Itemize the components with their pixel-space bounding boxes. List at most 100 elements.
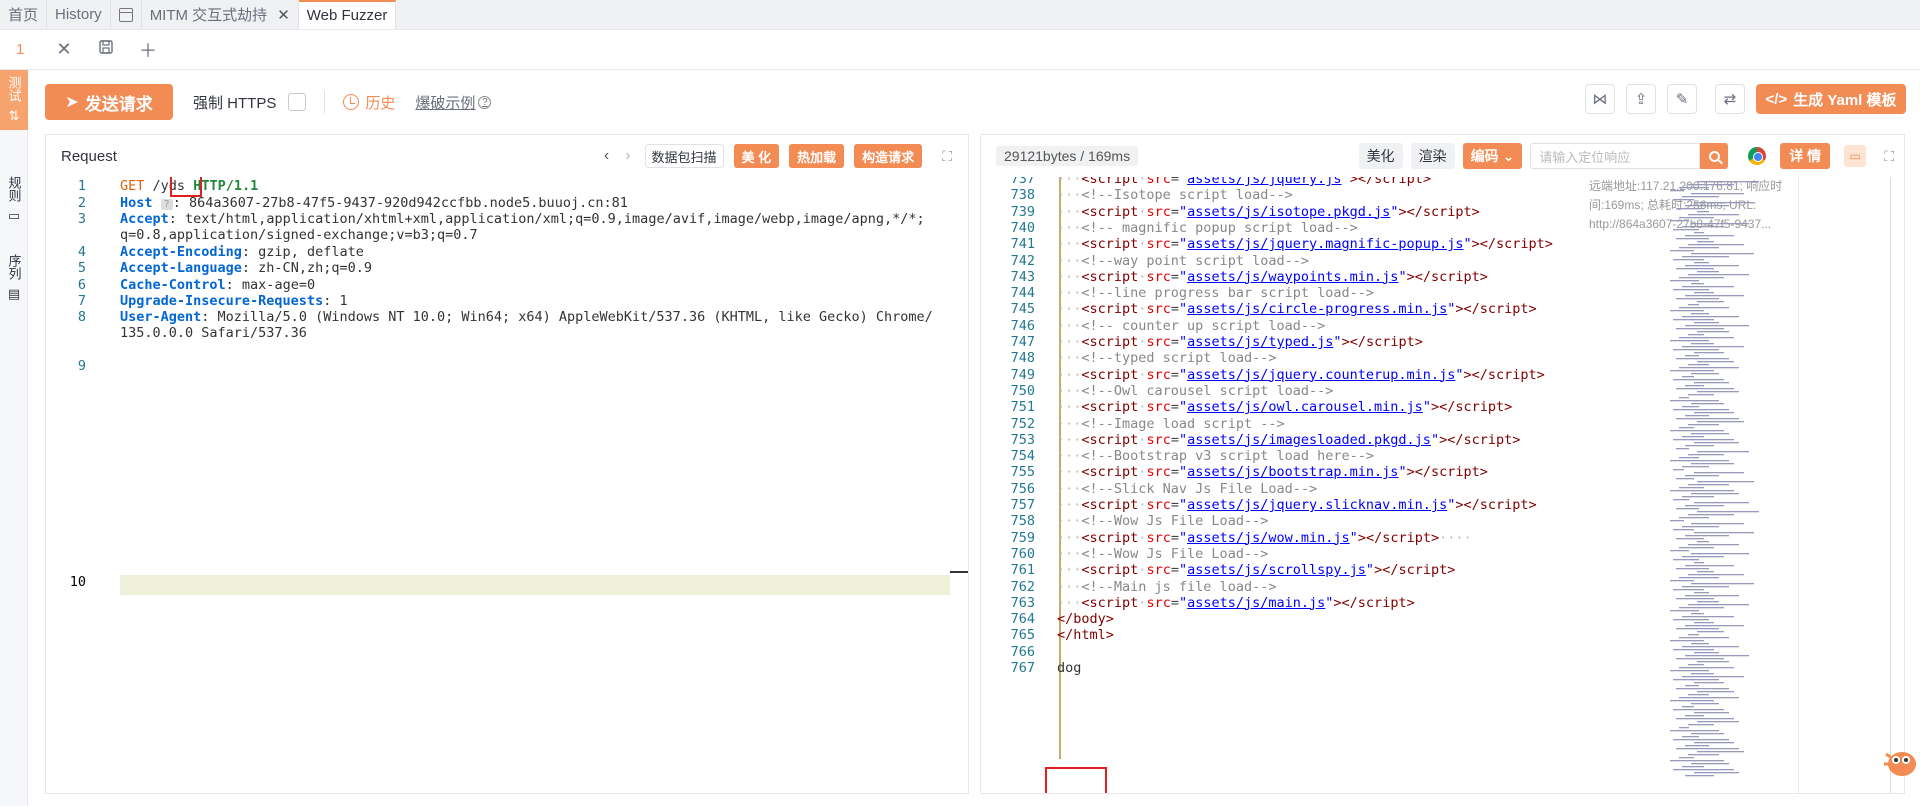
request-editor[interactable]: 1 GET /yds HTTP/1.1 2 Host ?: 864a3607-2… [46,177,968,793]
comment-icon[interactable]: ▭ [1844,145,1867,167]
response-line-code: ···<script·src="assets/js/jquery.magnifi… [1057,236,1553,253]
minimap-line [1697,751,1744,753]
hotload-button[interactable]: 热加载 [789,144,845,168]
line-number: 749 [1010,366,1035,383]
detail-button[interactable]: 详 情 [1780,143,1831,169]
chrome-icon[interactable] [1748,147,1767,165]
html-comment: <!--Wow Js File Load--> [1081,513,1269,530]
script-src-link[interactable]: assets/js/jquery.js [1187,177,1341,187]
save-icon[interactable] [96,39,116,60]
response-line-code: ···<script·src="assets/js/imagesloaded.p… [1057,431,1521,448]
side-nav-test-label: 测试 [6,76,22,102]
scroll-marker [950,571,968,573]
header-hint[interactable]: ? [160,199,173,210]
script-src-link[interactable]: assets/js/circle-progress.min.js [1187,301,1447,317]
fullscreen-icon[interactable]: ⛶ [942,148,952,165]
swap-icon[interactable]: ⇄ [1715,84,1745,114]
line-number: 761 [1010,562,1035,579]
generate-yaml-button[interactable]: </> 生成 Yaml 模板 [1756,84,1906,114]
request-line-code: Accept-Language: zh-CN,zh;q=0.9 [120,260,372,276]
add-tab-icon[interactable]: ＋ [138,37,158,63]
minimap-line [1685,745,1709,747]
response-line-code: ···<script·src="assets/js/isotope.pkgd.j… [1057,203,1480,220]
packet-scan-button[interactable]: 数据包扫描 [644,144,724,168]
locate-response-input[interactable]: 请输入定位响应 [1530,143,1701,169]
force-https-checkbox[interactable] [288,93,307,111]
response-line-code: </body> [1057,611,1114,627]
minimap-line [1697,721,1739,723]
help-icon: ? [478,95,492,109]
tab-web-fuzzer[interactable]: Web Fuzzer [298,0,397,29]
request-line-code: Host ?: 864a3607-27b8-47f5-9437-920d942c… [120,195,628,211]
line-number: 10 [69,574,86,590]
close-icon[interactable]: ✕ [277,6,290,24]
search-icon [1708,150,1720,162]
minimap-line [1691,733,1724,735]
toolbar: ➤ 发送请求 强制 HTTPS 历史 爆破示例 ? ⋈ ⇪ ✎ ⇄ </> 生成… [28,70,1920,134]
script-src-link[interactable]: assets/js/waypoints.min.js [1187,269,1398,285]
beautify-button[interactable]: 美 化 [733,144,780,168]
fullscreen-icon[interactable]: ⛶ [1884,148,1894,165]
fuzz-example-link[interactable]: 爆破示例 ? [415,92,492,113]
header-value-continued: q=0.8,application/signed-exchange;v=b3;q… [120,227,478,243]
line-number: 5 [77,260,86,276]
trailing-whitespace: ···· [1439,529,1472,546]
construct-request-button[interactable]: 构造请求 [854,144,923,168]
header-name: User-Agent [120,309,202,325]
render-button[interactable]: 渲染 [1410,143,1455,169]
line-number: 738 [1010,187,1035,204]
response-beautify-button[interactable]: 美化 [1358,143,1403,169]
export-icon[interactable]: ⇪ [1626,84,1656,114]
response-header: 29121bytes / 169ms 美化 渲染 编码 ⌄ 请输入定位响应 详 情… [981,135,1904,177]
next-icon[interactable]: › [625,147,630,165]
script-src-link[interactable]: assets/js/wow.min.js [1187,530,1350,546]
script-src-link[interactable]: assets/js/isotope.pkgd.js [1187,204,1390,220]
encode-dropdown[interactable]: 编码 ⌄ [1462,143,1523,169]
minimap-line [1691,703,1719,705]
script-src-link[interactable]: assets/js/main.js [1187,595,1325,611]
prev-icon[interactable]: ‹ [604,147,609,165]
request-header: Request ‹ › 数据包扫描 美 化 热加载 构造请求 ⛶ [46,135,968,177]
response-line-code: ···<!--way point script load--> [1057,252,1309,269]
header-name: Accept-Language [120,260,242,276]
response-panel: 29121bytes / 169ms 美化 渲染 编码 ⌄ 请输入定位响应 详 情… [980,134,1905,794]
minimap-line [1679,727,1689,729]
minimap-line [1688,694,1709,696]
script-src-link[interactable]: assets/js/bootstrap.min.js [1187,464,1398,480]
send-request-button[interactable]: ➤ 发送请求 [45,84,173,120]
tab-history[interactable]: History [47,0,111,29]
chevron-down-icon: ⌄ [1502,147,1515,164]
script-src-link[interactable]: assets/js/jquery.magnific-popup.js [1187,236,1463,252]
side-nav-rules[interactable]: 规则 ▭ [0,170,28,230]
close-icon[interactable]: ✕ [54,39,74,60]
script-src-link[interactable]: assets/js/jquery.counterup.min.js [1187,367,1455,383]
share-icon[interactable]: ⋈ [1585,84,1615,114]
line-number: 744 [1010,285,1035,302]
tab-home[interactable]: 首页 [0,0,48,29]
edit-icon[interactable]: ✎ [1667,84,1697,114]
line-number: 742 [1010,252,1035,269]
side-nav-test[interactable]: 测试 ⇅ [0,70,28,130]
minimap-line [1682,766,1704,768]
response-line-code: ···<script·src="assets/js/wow.min.js"></… [1057,529,1472,546]
script-src-link[interactable]: assets/js/imagesloaded.pkgd.js [1187,432,1431,448]
subtab-index[interactable]: 1 [16,41,36,58]
script-src-link[interactable]: assets/js/jquery.slicknav.min.js [1187,497,1447,513]
response-line-code: </html> [1057,627,1114,643]
tab-mitm[interactable]: MITM 交互式劫持 ✕ [142,0,299,29]
response-line-code: ···<!--Owl carousel script load--> [1057,382,1334,399]
script-src-link[interactable]: assets/js/typed.js [1187,334,1333,350]
response-line-code: ···<!-- counter up script load--> [1057,317,1326,334]
tab-table[interactable] [111,0,142,29]
minimap-line [1673,739,1729,741]
side-nav-sequence[interactable]: 序列 ▤ [0,248,28,308]
line-number: 741 [1010,236,1035,253]
script-src-link[interactable]: assets/js/scrollspy.js [1187,562,1366,578]
mascot-icon[interactable] [1880,740,1920,780]
history-button[interactable]: 历史 [343,92,395,113]
script-src-link[interactable]: assets/js/owl.carousel.min.js [1187,399,1423,415]
minimap-line [1676,748,1739,750]
search-button[interactable] [1700,143,1729,169]
response-editor[interactable]: 远端地址:117.21.200.176:81; 响应时间:169ms; 总耗时:… [981,177,1904,793]
response-line-code: ···<!--line progress bar script load--> [1057,285,1374,302]
